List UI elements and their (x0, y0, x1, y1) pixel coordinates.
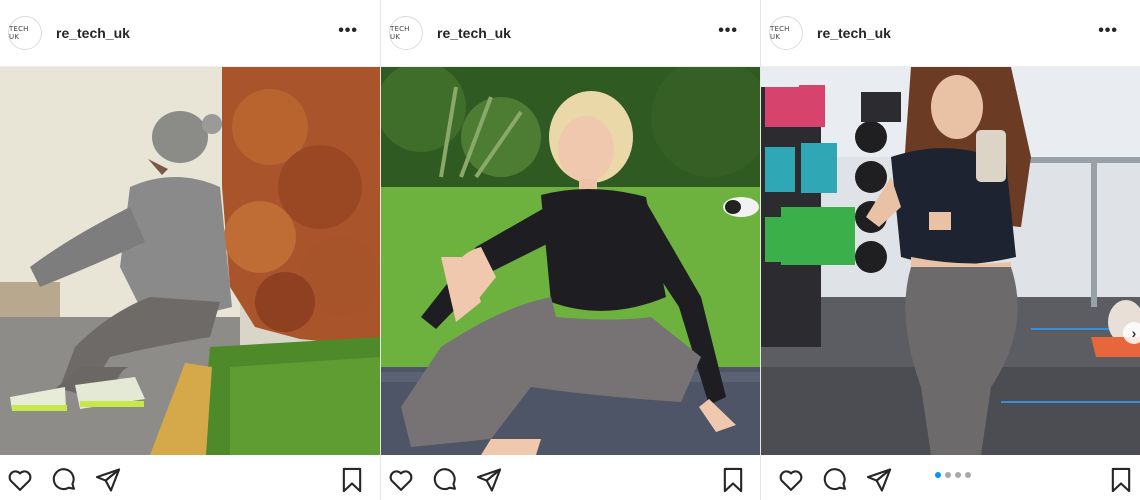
share-icon[interactable] (475, 466, 505, 496)
more-icon[interactable]: ••• (1098, 22, 1118, 40)
post-actions (381, 458, 760, 500)
post-card-3: TECH UK re_tech_uk ••• › (760, 0, 1140, 500)
username-link[interactable]: re_tech_uk (817, 25, 891, 41)
post-photo[interactable]: › (761, 67, 1140, 455)
post-photo[interactable] (0, 67, 380, 455)
avatar-logo-text: TECH UK (9, 25, 29, 41)
post-photo[interactable] (381, 67, 760, 455)
share-icon[interactable] (94, 466, 124, 496)
post-actions (761, 458, 1140, 500)
bookmark-icon[interactable] (719, 466, 749, 496)
bookmark-icon[interactable] (338, 466, 368, 496)
avatar-logo-text: TECH UK (390, 25, 410, 41)
avatar[interactable]: TECH UK (8, 16, 42, 50)
post-header: TECH UK re_tech_uk ••• (381, 0, 760, 67)
photo-yoga-on-grass (381, 67, 760, 455)
photo-gym-mirror-selfie (761, 67, 1140, 455)
share-icon[interactable] (865, 466, 895, 496)
heart-icon[interactable] (6, 466, 36, 496)
post-actions (0, 458, 380, 500)
instagram-feed-row: TECH UK re_tech_uk ••• TECH UK re_tech_u… (0, 0, 1140, 500)
comment-icon[interactable] (821, 466, 851, 496)
username-link[interactable]: re_tech_uk (56, 25, 130, 41)
username-link[interactable]: re_tech_uk (437, 25, 511, 41)
chevron-right-icon[interactable]: › (1123, 322, 1140, 344)
comment-icon[interactable] (431, 466, 461, 496)
avatar-logo-text: TECH UK (770, 25, 790, 41)
more-icon[interactable]: ••• (718, 22, 738, 40)
comment-icon[interactable] (50, 466, 80, 496)
more-icon[interactable]: ••• (338, 22, 358, 40)
post-header: TECH UK re_tech_uk ••• (761, 0, 1140, 67)
heart-icon[interactable] (777, 466, 807, 496)
post-card-1: TECH UK re_tech_uk ••• (0, 0, 380, 500)
avatar[interactable]: TECH UK (389, 16, 423, 50)
bookmark-icon[interactable] (1107, 466, 1137, 496)
post-header: TECH UK re_tech_uk ••• (0, 0, 380, 67)
photo-sitting-by-hedge (0, 67, 380, 455)
post-card-2: TECH UK re_tech_uk ••• (380, 0, 760, 500)
avatar[interactable]: TECH UK (769, 16, 803, 50)
heart-icon[interactable] (387, 466, 417, 496)
